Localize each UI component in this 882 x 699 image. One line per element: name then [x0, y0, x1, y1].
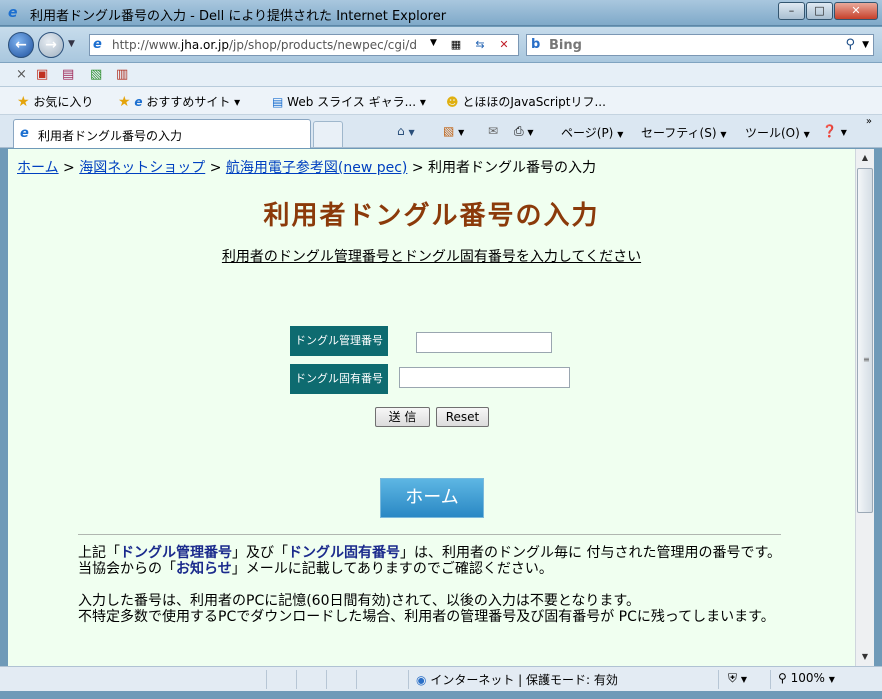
- star-icon: ★: [17, 94, 30, 110]
- search-dropdown-icon[interactable]: ▼: [862, 40, 869, 50]
- favorite-item-recommended[interactable]: ★ e おすすめサイト ▾: [118, 93, 240, 110]
- zoom-icon: ⚲: [778, 671, 787, 685]
- reset-button[interactable]: Reset: [436, 407, 489, 427]
- breadcrumb-current: 利用者ドングル番号の入力: [428, 160, 597, 176]
- scroll-down-icon[interactable]: ▼: [856, 648, 874, 665]
- ie-icon: e: [8, 5, 18, 21]
- page-content: ホーム > 海図ネットショップ > 航海用電子参考図(new pec) > 利用…: [8, 149, 855, 666]
- dongle-management-input[interactable]: [416, 332, 552, 353]
- zoom-level[interactable]: ⚲ 100% ▼: [778, 671, 835, 685]
- help-icon[interactable]: ❓ ▼: [822, 124, 847, 138]
- addon-icon-2[interactable]: ▤: [62, 67, 74, 82]
- stop-icon[interactable]: ✕: [495, 37, 513, 53]
- search-input[interactable]: Bing: [549, 38, 582, 53]
- note-line-1: 上記「ドングル管理番号」及び「ドングル固有番号」は、利用者のドングル毎に 付与さ…: [78, 545, 782, 561]
- note-line-2: 当協会からの「お知らせ」メールに記載してありますのでご確認ください。: [78, 561, 553, 577]
- breadcrumb: ホーム > 海図ネットショップ > 航海用電子参考図(new pec) > 利用…: [17, 160, 597, 176]
- note-line-3: 入力した番号は、利用者のPCに記憶(60日間有効)されて、以後の入力は不要となり…: [78, 593, 641, 609]
- navigation-bar: ← → ▼ e http://www.jha.or.jp/jp/shop/pro…: [0, 27, 882, 63]
- back-button[interactable]: ←: [8, 32, 34, 58]
- add-on-toolbar: × ▣ ▤ ▧ ▥: [0, 63, 882, 87]
- favorites-button[interactable]: ★ お気に入り: [17, 93, 93, 110]
- breadcrumb-newpec-link[interactable]: 航海用電子参考図(new pec): [226, 160, 408, 176]
- page-menu[interactable]: ページ(P) ▼: [561, 124, 623, 141]
- close-toolbar-icon[interactable]: ×: [16, 67, 27, 82]
- tab-current[interactable]: e 利用者ドングル番号の入力: [13, 119, 311, 148]
- protected-mode-icon[interactable]: ⛨ ▼: [728, 671, 747, 686]
- close-button[interactable]: ✕: [834, 2, 878, 20]
- window-frame-bottom: [0, 691, 882, 699]
- history-dropdown-icon[interactable]: ▼: [68, 39, 75, 49]
- scroll-up-icon[interactable]: ▲: [856, 149, 874, 166]
- maximize-button[interactable]: □: [806, 2, 833, 20]
- dongle-unique-label: ドングル固有番号: [290, 364, 388, 394]
- minimize-button[interactable]: –: [778, 2, 805, 20]
- title-bar: e 利用者ドングル番号の入力 - Dell により提供された Internet …: [0, 0, 882, 26]
- page-icon: e: [93, 37, 102, 52]
- url-text[interactable]: http://www.jha.or.jp/jp/shop/products/ne…: [112, 38, 432, 52]
- vertical-scrollbar[interactable]: ▲ ≡ ▼: [855, 149, 874, 666]
- tab-bar: e 利用者ドングル番号の入力 ⌂ ▼ ▧ ▼ ✉ ⎙ ▼ ページ(P) ▼ セー…: [0, 115, 882, 148]
- instruction-text: 利用者のドングル管理番号とドングル固有番号を入力してください: [221, 249, 642, 265]
- new-tab-button[interactable]: [313, 121, 343, 147]
- addon-icon-4[interactable]: ▥: [116, 67, 128, 82]
- chevron-icon[interactable]: »: [866, 116, 872, 127]
- submit-button[interactable]: 送 信: [375, 407, 430, 427]
- home-button[interactable]: ホーム: [380, 478, 484, 518]
- search-box[interactable]: b Bing ⚲ ▼: [526, 34, 874, 56]
- addon-icon-3[interactable]: ▧: [90, 67, 102, 82]
- search-icon[interactable]: ⚲: [845, 37, 855, 52]
- divider: [78, 534, 781, 535]
- dongle-management-label: ドングル管理番号: [290, 326, 388, 356]
- status-bar: ◉ インターネット | 保護モード: 有効 ⛨ ▼ ⚲ 100% ▼: [0, 666, 882, 691]
- feeds-icon[interactable]: ▧ ▼: [443, 124, 464, 138]
- bing-icon: b: [531, 37, 541, 52]
- safety-menu[interactable]: セーフティ(S) ▼: [641, 124, 727, 141]
- security-zone[interactable]: ◉ インターネット | 保護モード: 有効: [416, 671, 618, 688]
- favorite-item-webslice[interactable]: ▤ Web スライス ギャラ... ▾: [272, 93, 426, 110]
- breadcrumb-shop-link[interactable]: 海図ネットショップ: [79, 160, 205, 176]
- address-bar[interactable]: e http://www.jha.or.jp/jp/shop/products/…: [89, 34, 519, 56]
- print-icon[interactable]: ⎙ ▼: [514, 124, 534, 139]
- favorites-bar: ★ お気に入り ★ e おすすめサイト ▾ ▤ Web スライス ギャラ... …: [0, 87, 882, 115]
- page-title: 利用者ドングル番号の入力: [263, 201, 600, 231]
- add-favorite-icon: ★: [118, 94, 131, 110]
- scroll-thumb[interactable]: ≡: [857, 168, 873, 513]
- globe-icon: ◉: [416, 673, 427, 687]
- refresh-icon[interactable]: ⇆: [471, 37, 489, 53]
- window-title: 利用者ドングル番号の入力 - Dell により提供された Internet Ex…: [30, 9, 447, 24]
- compatibility-view-icon[interactable]: ▦: [447, 37, 465, 53]
- notes: 上記「ドングル管理番号」及び「ドングル固有番号」は、利用者のドングル毎に 付与さ…: [78, 545, 783, 625]
- tab-ie-icon: e: [20, 126, 29, 141]
- home-icon[interactable]: ⌂ ▼: [397, 124, 415, 138]
- window-controls: – □ ✕: [777, 2, 878, 20]
- forward-button[interactable]: →: [38, 32, 64, 58]
- note-line-4: 不特定多数で使用するPCでダウンロードした場合、利用者の管理番号及び固有番号が …: [78, 609, 775, 625]
- mail-icon[interactable]: ✉: [488, 124, 498, 138]
- favorite-item-tohoho[interactable]: ☻ とほほのJavaScriptリフ...: [446, 93, 606, 110]
- grip-icon: ≡: [863, 355, 870, 364]
- dongle-unique-input[interactable]: [399, 367, 570, 388]
- breadcrumb-home-link[interactable]: ホーム: [17, 160, 59, 176]
- address-dropdown-icon[interactable]: ▼: [430, 38, 437, 48]
- tab-title: 利用者ドングル番号の入力: [38, 129, 183, 143]
- addon-icon-1[interactable]: ▣: [36, 67, 48, 82]
- tools-menu[interactable]: ツール(O) ▼: [745, 124, 810, 141]
